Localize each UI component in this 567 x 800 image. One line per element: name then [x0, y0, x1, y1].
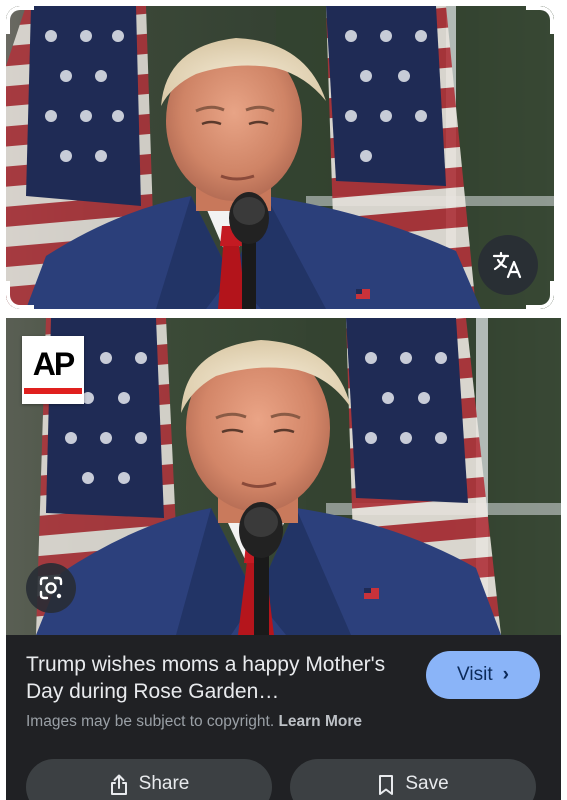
lens-icon — [39, 576, 63, 600]
save-label: Save — [405, 773, 449, 794]
ap-logo-text: AP — [32, 346, 75, 382]
translate-button[interactable] — [478, 235, 538, 295]
share-label: Share — [138, 773, 190, 794]
ap-logo-bar — [24, 388, 82, 394]
photo-top — [6, 6, 554, 309]
selected-image-card[interactable] — [6, 6, 554, 309]
result-info-panel: Trump wishes moms a happy Mother's Day d… — [6, 635, 561, 800]
share-icon — [110, 774, 127, 795]
ap-source-logo: AP — [22, 336, 84, 404]
lens-search-button[interactable] — [26, 563, 76, 613]
result-title[interactable]: Trump wishes moms a happy Mother's Day d… — [26, 651, 396, 705]
selection-corner-top-left — [6, 6, 34, 34]
visit-label: Visit — [457, 664, 493, 685]
image-viewer-page: AP Trump wishes moms a happy Mother's Da… — [0, 0, 567, 800]
translate-icon — [492, 251, 522, 279]
chevron-right-icon: › — [502, 664, 509, 685]
selection-corner-top-right — [526, 6, 554, 34]
learn-more-link[interactable]: Learn More — [278, 713, 362, 730]
save-button[interactable]: Save — [290, 759, 536, 800]
bookmark-icon — [379, 775, 394, 795]
selection-corner-bottom-left — [6, 281, 34, 309]
share-button[interactable]: Share — [26, 759, 272, 800]
search-result-card: AP Trump wishes moms a happy Mother's Da… — [6, 318, 561, 800]
visit-button[interactable]: Visit › — [426, 651, 540, 699]
copyright-notice: Images may be subject to copyright. Lear… — [26, 713, 362, 731]
photo-result — [6, 318, 561, 635]
result-image[interactable]: AP — [6, 318, 561, 635]
copyright-text: Images may be subject to copyright. — [26, 713, 275, 730]
